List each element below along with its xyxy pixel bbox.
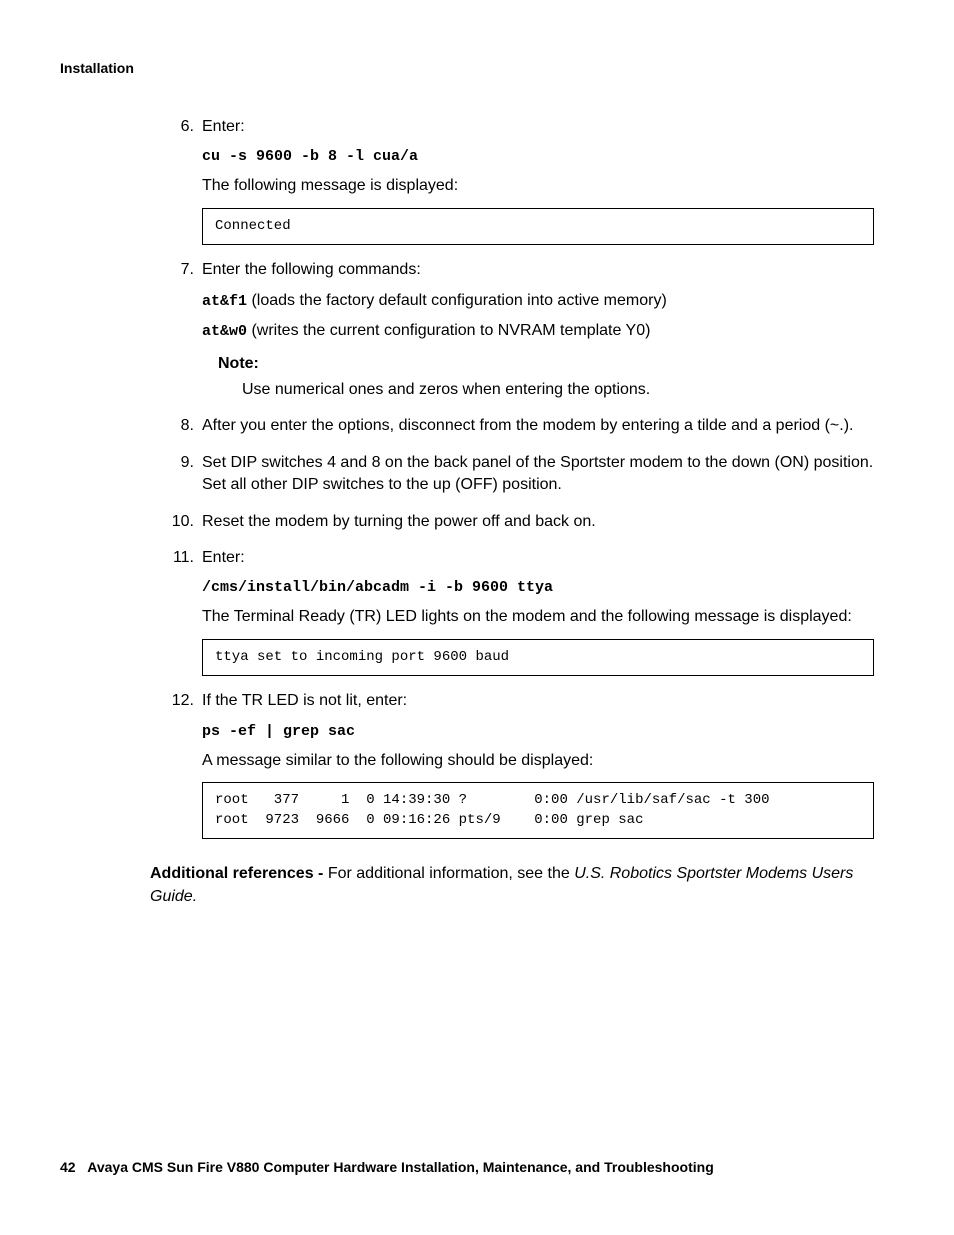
additional-references: Additional references - For additional i…: [150, 863, 874, 908]
command-line-2: at&w0 (writes the current configuration …: [202, 320, 874, 342]
command: cu -s 9600 -b 8 -l cua/a: [202, 146, 874, 167]
step-number: 7.: [170, 259, 194, 281]
note-text: Use numerical ones and zeros when enteri…: [242, 379, 874, 401]
command: at&f1: [202, 293, 247, 310]
note-block: Note: Use numerical ones and zeros when …: [218, 353, 874, 402]
output-box: ttya set to incoming port 9600 baud: [202, 639, 874, 677]
step-text: Set DIP switches 4 and 8 on the back pan…: [202, 454, 873, 493]
step-number: 11.: [170, 547, 194, 569]
step-number: 6.: [170, 116, 194, 138]
step-7: 7. Enter the following commands: at&f1 (…: [170, 259, 874, 401]
step-11: 11. Enter: /cms/install/bin/abcadm -i -b…: [170, 547, 874, 676]
step-list: 6. Enter: cu -s 9600 -b 8 -l cua/a The f…: [170, 116, 874, 839]
command-desc: (loads the factory default configuration…: [247, 292, 667, 309]
step-9: 9. Set DIP switches 4 and 8 on the back …: [170, 452, 874, 497]
step-message: The following message is displayed:: [202, 175, 874, 197]
step-label: If the TR LED is not lit, enter:: [202, 692, 407, 709]
step-12: 12. If the TR LED is not lit, enter: ps …: [170, 690, 874, 839]
step-text: Reset the modem by turning the power off…: [202, 513, 596, 530]
note-label: Note:: [218, 353, 874, 375]
output-box: root 377 1 0 14:39:30 ? 0:00 /usr/lib/sa…: [202, 782, 874, 839]
step-10: 10. Reset the modem by turning the power…: [170, 511, 874, 533]
command: at&w0: [202, 323, 247, 340]
step-text: After you enter the options, disconnect …: [202, 417, 853, 434]
step-number: 12.: [170, 690, 194, 712]
page-footer: 42 Avaya CMS Sun Fire V880 Computer Hard…: [60, 1159, 714, 1175]
step-number: 8.: [170, 415, 194, 437]
step-6: 6. Enter: cu -s 9600 -b 8 -l cua/a The f…: [170, 116, 874, 245]
step-8: 8. After you enter the options, disconne…: [170, 415, 874, 437]
command: ps -ef | grep sac: [202, 721, 874, 742]
step-message: A message similar to the following shoul…: [202, 750, 874, 772]
step-number: 10.: [170, 511, 194, 533]
command-desc: (writes the current configuration to NVR…: [247, 322, 650, 339]
section-header: Installation: [60, 60, 874, 76]
page-content: Installation 6. Enter: cu -s 9600 -b 8 -…: [0, 0, 954, 908]
main-content: 6. Enter: cu -s 9600 -b 8 -l cua/a The f…: [170, 116, 874, 839]
step-label: Enter:: [202, 118, 245, 135]
command: /cms/install/bin/abcadm -i -b 9600 ttya: [202, 577, 874, 598]
additional-text: For additional information, see the: [328, 865, 574, 882]
step-number: 9.: [170, 452, 194, 474]
step-label: Enter:: [202, 549, 245, 566]
output-box: Connected: [202, 208, 874, 246]
page-number: 42: [60, 1159, 76, 1175]
footer-title: Avaya CMS Sun Fire V880 Computer Hardwar…: [87, 1159, 714, 1175]
additional-prefix: Additional references -: [150, 865, 328, 882]
step-message: The Terminal Ready (TR) LED lights on th…: [202, 606, 874, 628]
command-line-1: at&f1 (loads the factory default configu…: [202, 290, 874, 312]
step-label: Enter the following commands:: [202, 261, 421, 278]
